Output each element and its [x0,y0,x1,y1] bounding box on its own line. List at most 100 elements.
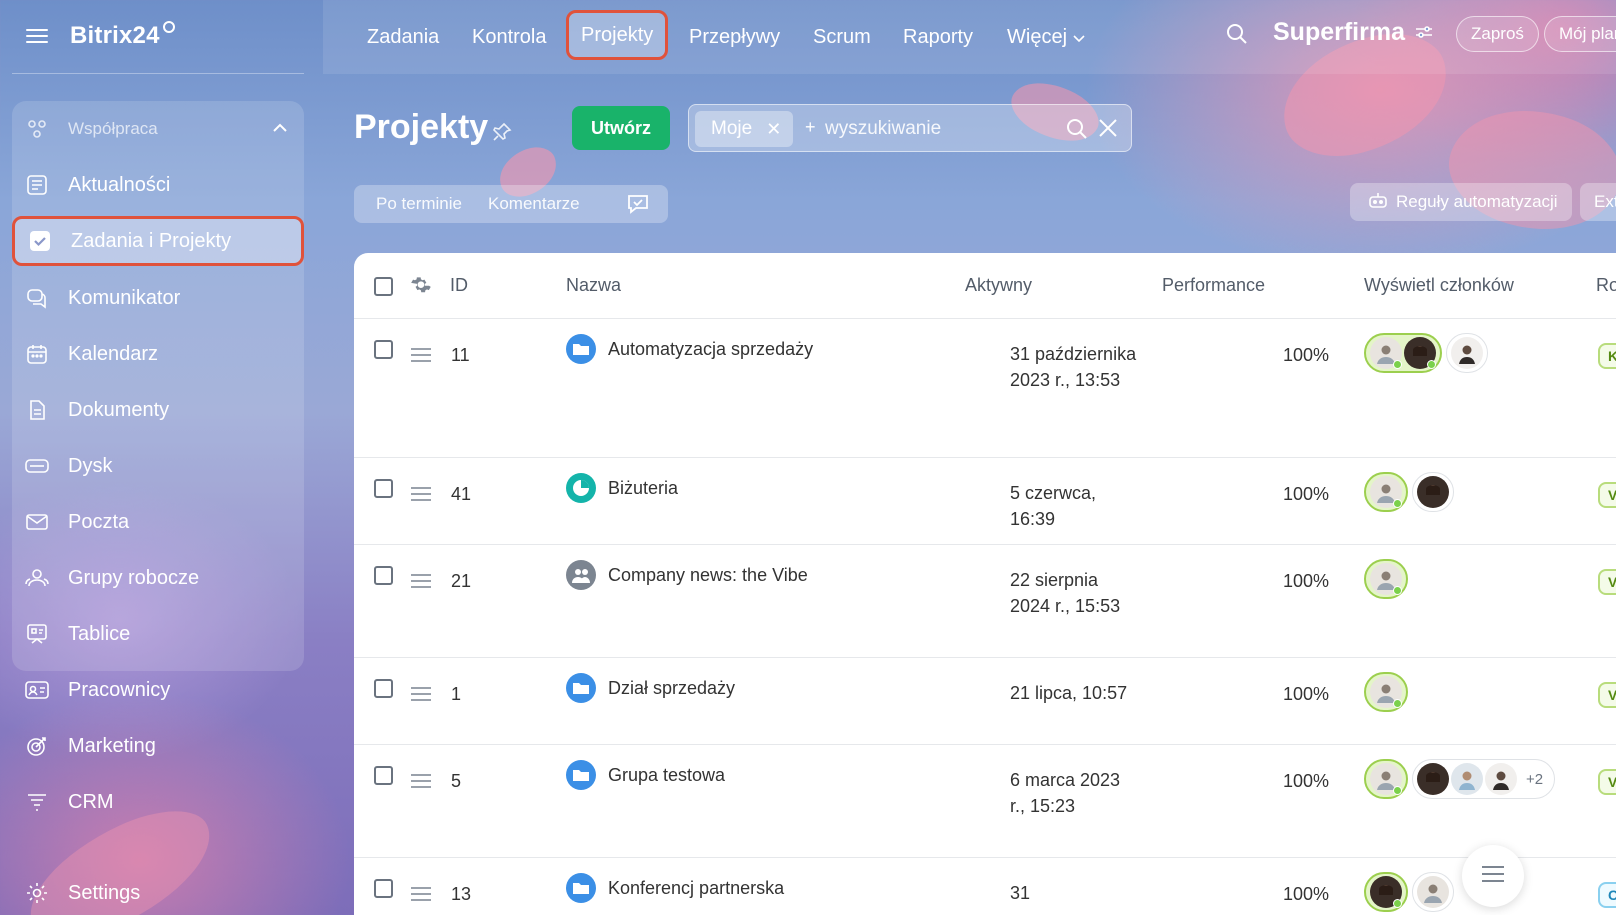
owners-group[interactable] [1364,472,1408,512]
owners-group[interactable] [1364,333,1442,373]
tab-projects[interactable]: Projekty [566,10,669,60]
members-cell[interactable] [1364,872,1458,912]
owners-group[interactable] [1364,559,1408,599]
tab-more[interactable]: Więcej [1007,20,1085,54]
project-link[interactable]: Konferencj partnerska [566,873,784,903]
owners-group[interactable] [1364,872,1408,912]
sidebar-item-documents[interactable]: Dokumenty [12,385,304,435]
sidebar-item-crm[interactable]: CRM [12,777,304,827]
sidebar-item-messenger[interactable]: Komunikator [12,273,304,323]
list-menu-button[interactable] [1462,845,1524,907]
pin-icon[interactable] [492,122,512,147]
table-row[interactable]: 1 Dział sprzedaży 21 lipca, 10:57 100% V [354,658,1616,745]
drag-handle-icon[interactable] [411,687,431,701]
drag-handle-icon[interactable] [411,348,431,362]
search-icon[interactable] [1225,22,1249,51]
sidebar-item-drive[interactable]: Dysk [12,441,304,491]
avatar [1370,563,1402,595]
drag-handle-icon[interactable] [411,574,431,588]
column-members[interactable]: Wyświetl członków [1364,275,1514,296]
project-link[interactable]: Company news: the Vibe [566,560,808,590]
cell-performance: 100% [1282,345,1329,365]
row-checkbox[interactable] [374,479,393,498]
table-row[interactable]: 21 Company news: the Vibe 22 sierpnia 20… [354,545,1616,658]
sidebar-item-settings[interactable]: Settings [12,876,304,910]
members-cell[interactable] [1364,472,1458,512]
table-row[interactable]: 11 Automatyzacja sprzedaży 31 październi… [354,319,1616,458]
tab-control[interactable]: Kontrola [472,20,547,54]
members-cell[interactable] [1364,672,1412,712]
chevron-up-icon[interactable] [272,120,288,138]
extensions-button[interactable]: Ext [1580,183,1616,221]
row-checkbox[interactable] [374,340,393,359]
column-role[interactable]: Ro [1596,275,1616,296]
role-badge: K [1598,343,1616,369]
automation-rules-button[interactable]: Reguły automatyzacji [1350,183,1572,221]
comment-check-icon[interactable] [626,193,650,220]
company-name[interactable]: Superfirma [1273,18,1433,47]
table-row[interactable]: 13 Konferencj partnerska 31 100% C [354,858,1616,915]
plus-icon: + [805,117,816,137]
brand-logo[interactable]: Bitrix24 [70,22,160,50]
owners-group[interactable] [1364,672,1408,712]
members-group[interactable] [1446,333,1488,373]
sidebar-item-tasks-projects[interactable]: Zadania i Projekty [12,216,304,266]
search-icon[interactable] [1065,117,1089,146]
project-link[interactable]: Biżuteria [566,473,678,503]
members-cell[interactable] [1364,333,1492,373]
project-name: Dział sprzedaży [608,677,736,698]
sort-by-comments[interactable]: Komentarze [474,194,592,214]
sidebar-item-label: Dysk [68,454,113,477]
clear-search-icon[interactable] [1097,117,1119,144]
members-group[interactable]: +2 [1412,759,1556,799]
sidebar-item-label: Aktualności [68,173,171,196]
tab-tasks[interactable]: Zadania [367,20,439,54]
row-checkbox[interactable] [374,566,393,585]
row-checkbox[interactable] [374,879,393,898]
drag-handle-icon[interactable] [411,487,431,501]
project-link[interactable]: Automatyzacja sprzedaży [566,334,813,364]
more-members-count[interactable]: +2 [1518,771,1551,788]
owners-group[interactable] [1364,759,1408,799]
sidebar-item-mail[interactable]: Poczta [12,497,304,547]
sort-by-deadline[interactable]: Po terminie [354,194,474,214]
search-input[interactable] [825,113,1085,145]
close-icon[interactable]: ✕ [766,119,781,140]
menu-burger-icon[interactable] [26,27,50,45]
tab-reports[interactable]: Raporty [903,20,973,54]
members-group[interactable] [1412,872,1454,912]
invite-button[interactable]: Zaproś [1456,16,1539,52]
sidebar-item-calendar[interactable]: Kalendarz [12,329,304,379]
sidebar-item-news[interactable]: Aktualności [12,160,304,210]
sidebar-item-workgroups[interactable]: Grupy robocze [12,553,304,603]
column-performance[interactable]: Performance [1162,275,1265,296]
project-link[interactable]: Dział sprzedaży [566,673,735,703]
column-name[interactable]: Nazwa [566,275,621,296]
sidebar: Bitrix24 Współpraca Aktualności Zadania … [0,0,323,915]
sidebar-item-employees[interactable]: Pracownicy [12,665,304,715]
table-row[interactable]: 41 Biżuteria 5 czerwca, 16:39 100% V [354,458,1616,545]
select-all-checkbox[interactable] [374,277,393,296]
row-checkbox[interactable] [374,679,393,698]
gear-icon[interactable] [410,274,432,301]
drag-handle-icon[interactable] [411,887,431,901]
create-button[interactable]: Utwórz [572,106,670,150]
drag-handle-icon[interactable] [411,774,431,788]
filter-search-box[interactable]: Moje ✕ + [688,104,1132,152]
tab-flows[interactable]: Przepływy [689,20,780,54]
filter-chip-mine[interactable]: Moje ✕ [695,111,794,147]
column-active[interactable]: Aktywny [965,275,1032,296]
sidebar-item-boards[interactable]: Tablice [12,609,304,659]
column-id[interactable]: ID [450,275,468,296]
tab-scrum[interactable]: Scrum [813,20,871,54]
avatar [1451,763,1483,795]
table-row[interactable]: 5 Grupa testowa 6 marca 2023 r., 15:23 1… [354,745,1616,858]
row-checkbox[interactable] [374,766,393,785]
sidebar-item-marketing[interactable]: Marketing [12,721,304,771]
my-plan-button[interactable]: Mój plan [1544,16,1616,52]
members-group[interactable] [1412,472,1454,512]
sidebar-group-collaboration[interactable]: Współpraca [12,104,304,154]
members-cell[interactable]: +2 [1364,759,1559,799]
members-cell[interactable] [1364,559,1412,599]
project-link[interactable]: Grupa testowa [566,760,725,790]
